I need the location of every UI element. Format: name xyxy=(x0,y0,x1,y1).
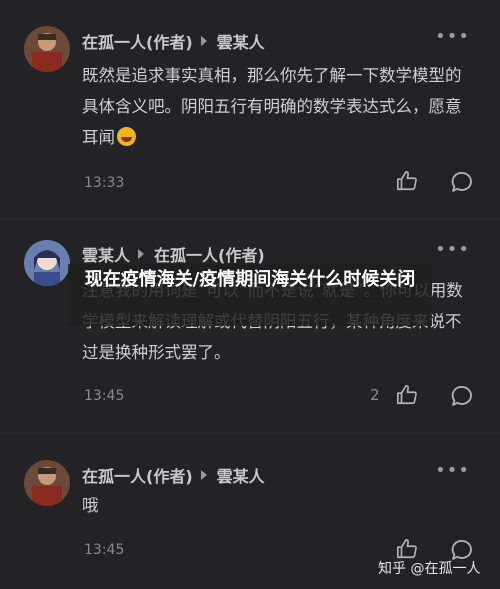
comment-time: 13:33 xyxy=(84,175,125,191)
thumbs-up-icon[interactable] xyxy=(396,538,418,560)
author-name[interactable]: 雲某人 xyxy=(82,242,130,266)
more-options-icon[interactable]: ••• xyxy=(435,239,470,260)
comment-header: 在孤一人(作者) 雲某人 xyxy=(82,463,265,487)
reply-bubble-icon[interactable] xyxy=(450,384,474,408)
thumbs-up-icon[interactable] xyxy=(396,384,418,406)
reply-to-name[interactable]: 雲某人 xyxy=(217,463,265,487)
comment-text: 既然是追求事实真相，那么你先了解一下数学模型的具体含义吧。阴阳五行有明确的数学表… xyxy=(82,66,462,147)
avatar[interactable] xyxy=(24,460,70,506)
reply-to-name[interactable]: 在孤一人(作者) xyxy=(154,242,265,266)
like-count: 2 xyxy=(370,386,380,404)
comment-header: 雲某人 在孤一人(作者) xyxy=(82,242,265,266)
comment-text: 哦 xyxy=(82,496,99,515)
comment-item: 雲某人 在孤一人(作者) ••• 注意我的用词是“可以”而不是说“就是”。你可以… xyxy=(0,220,500,432)
more-options-icon[interactable]: ••• xyxy=(435,26,470,47)
comment-time: 13:45 xyxy=(84,542,125,558)
reply-arrow-icon xyxy=(200,36,207,46)
laughing-face-icon xyxy=(117,127,136,146)
watermark: 知乎 @在孤一人 xyxy=(378,561,481,577)
more-options-icon[interactable]: ••• xyxy=(435,460,470,481)
comment-item: 在孤一人(作者) 雲某人 ••• 既然是追求事实真相，那么你先了解一下数学模型的… xyxy=(0,0,500,218)
author-name[interactable]: 在孤一人(作者) xyxy=(82,29,193,53)
reply-bubble-icon[interactable] xyxy=(450,170,474,194)
reply-arrow-icon xyxy=(200,470,207,480)
comment-time: 13:45 xyxy=(84,388,125,404)
avatar[interactable] xyxy=(24,26,70,72)
comment-header: 在孤一人(作者) 雲某人 xyxy=(82,29,265,53)
reply-arrow-icon xyxy=(138,249,145,259)
reply-to-name[interactable]: 雲某人 xyxy=(217,29,265,53)
avatar[interactable] xyxy=(24,240,70,286)
thumbs-up-icon[interactable] xyxy=(396,170,418,192)
overlay-title: 现在疫情海关/疫情期间海关什么时候关闭 xyxy=(84,269,416,290)
author-name[interactable]: 在孤一人(作者) xyxy=(82,463,193,487)
